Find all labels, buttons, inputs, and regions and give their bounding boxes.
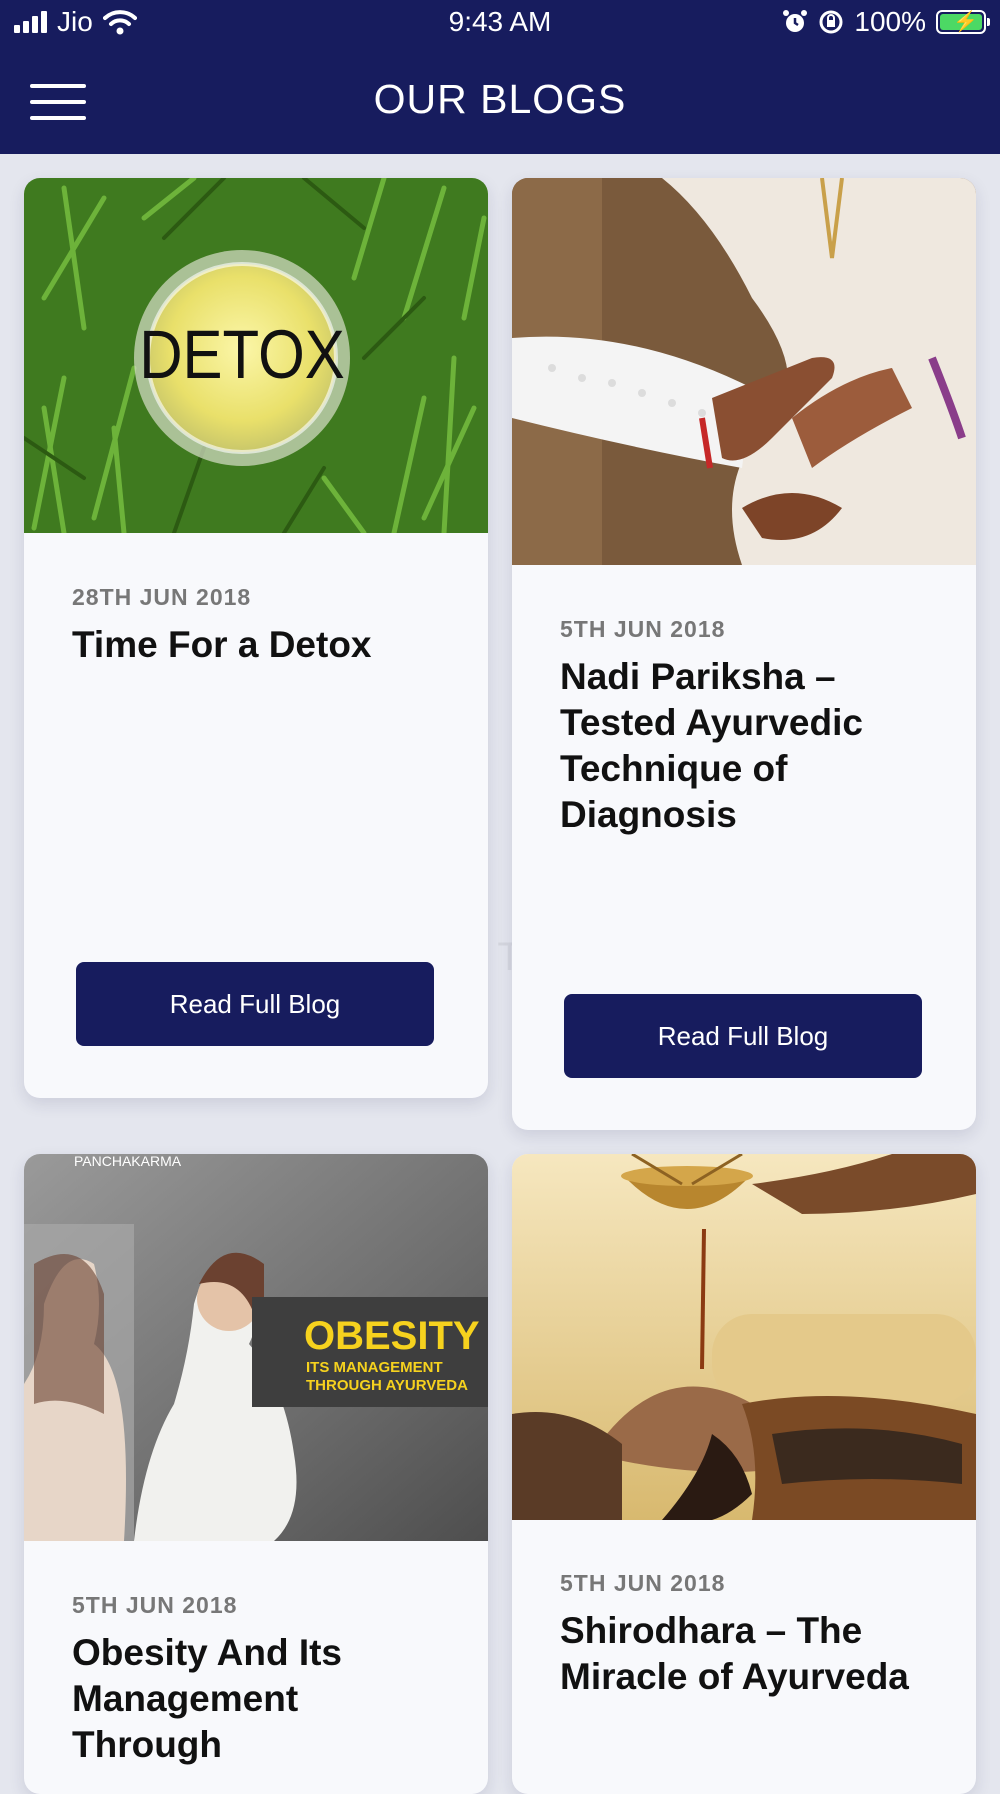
status-bar: Jio 9:43 AM 100% ⚡ (0, 0, 1000, 46)
page-title: OUR BLOGS (373, 76, 627, 122)
rotation-lock-icon (819, 10, 843, 34)
blog-image-shirodhara (512, 1154, 976, 1520)
blog-title[interactable]: Time For a Detox (72, 622, 452, 668)
svg-text:DETOX: DETOX (139, 315, 345, 393)
battery-icon: ⚡ (936, 10, 990, 34)
blog-title[interactable]: Obesity And Its Management Through (72, 1630, 452, 1768)
blog-image-obesity: PANCHAKARMA OBESITY ITS MANAGEMENT THROU… (24, 1154, 488, 1541)
app-header: Jio 9:43 AM 100% ⚡ OUR BLOGS (0, 0, 1000, 154)
blog-title[interactable]: Shirodhara – The Miracle of Ayurveda (560, 1608, 940, 1700)
read-full-blog-button[interactable]: Read Full Blog (76, 962, 434, 1046)
alarm-icon (783, 10, 808, 32)
blog-card[interactable]: 5TH JUN 2018 Shirodhara – The Miracle of… (512, 1154, 976, 1794)
blog-card[interactable]: 5TH JUN 2018 Nadi Pariksha – Tested Ayur… (512, 178, 976, 1130)
read-full-blog-button[interactable]: Read Full Blog (564, 994, 922, 1078)
svg-text:PANCHAKARMA: PANCHAKARMA (74, 1154, 182, 1169)
battery-percent: 100% (854, 6, 926, 37)
blog-date: 5TH JUN 2018 (560, 616, 726, 642)
blog-title[interactable]: Nadi Pariksha – Tested Ayurvedic Techniq… (560, 654, 940, 838)
svg-text:THROUGH AYURVEDA: THROUGH AYURVEDA (306, 1377, 468, 1394)
blog-date: 5TH JUN 2018 (72, 1592, 238, 1618)
svg-text:OBESITY: OBESITY (304, 1314, 480, 1358)
blog-image-nadi-pariksha (512, 178, 976, 565)
blog-image-detox: DETOX (24, 178, 488, 533)
blog-card[interactable]: PANCHAKARMA OBESITY ITS MANAGEMENT THROU… (24, 1154, 488, 1794)
blog-date: 28TH JUN 2018 (72, 584, 252, 610)
blog-date: 5TH JUN 2018 (560, 1570, 726, 1596)
blog-card[interactable]: DETOX 28TH JUN 2018 Time For a Detox Rea… (24, 178, 488, 1098)
svg-text:ITS MANAGEMENT: ITS MANAGEMENT (306, 1359, 443, 1376)
